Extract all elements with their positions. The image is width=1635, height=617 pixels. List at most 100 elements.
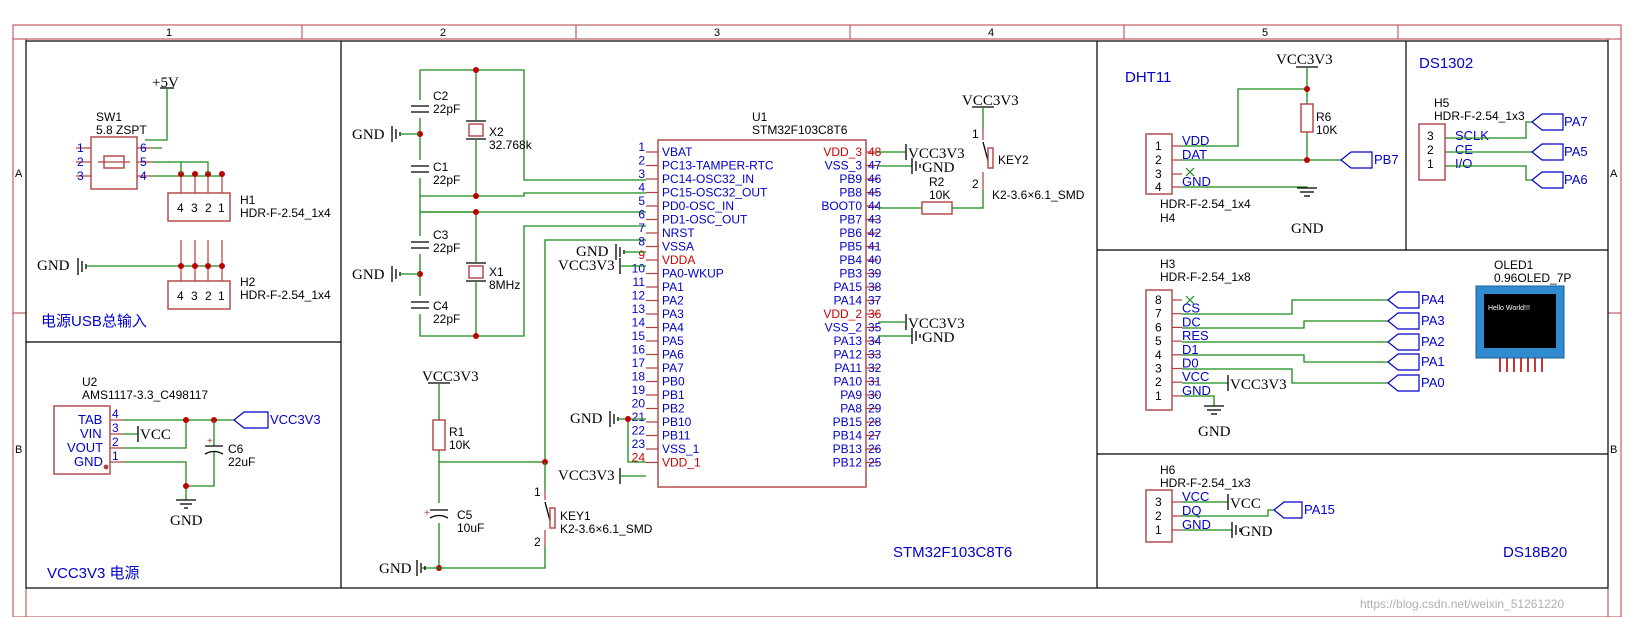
sw1-pin: 6 — [140, 141, 147, 155]
u2-pin-name: TAB — [78, 412, 102, 427]
u1-pin-name: PB4 — [839, 253, 862, 267]
u1-pin-name: PB1 — [662, 388, 685, 402]
u1-pin-name: VSS_1 — [662, 442, 700, 456]
vcc3v3-label: VCC3V3 — [1276, 52, 1333, 68]
port-label: PA2 — [1421, 334, 1445, 349]
h4-pin-num: 1 — [1155, 139, 1162, 153]
u1-pin-number: 8 — [638, 235, 645, 249]
h4-ref: H4 — [1160, 211, 1176, 225]
u1-pin-number: 12 — [632, 289, 646, 303]
col-label: 3 — [714, 27, 720, 39]
u1-pin-name: PB15 — [833, 415, 863, 429]
h5-ref: H5 — [1434, 96, 1450, 110]
u1-pin-name: PA14 — [834, 294, 863, 308]
u1-pin-name: PA5 — [662, 334, 684, 348]
ds18b20-block: H6 HDR-F-2.54_1x3 3 2 1 VCC DQ GND VCC G… — [1145, 463, 1335, 543]
h2-pin: 3 — [191, 289, 198, 303]
oled1-ref: OLED1 — [1494, 258, 1534, 272]
h1-pin: 2 — [205, 201, 212, 215]
h6-pin-num: 3 — [1155, 495, 1162, 509]
section-title-usb-power: 电源USB总输入 — [41, 313, 147, 330]
col-label: 1 — [166, 27, 172, 39]
h3-pin-num: 3 — [1155, 362, 1162, 376]
h3-value: HDR-F-2.54_1x8 — [1160, 270, 1251, 284]
section-title-mcu: STM32F103C8T6 — [893, 544, 1012, 561]
col-label: 5 — [1262, 27, 1268, 39]
port-pa6: PA6 — [1564, 172, 1588, 187]
sw1-pin: 2 — [77, 155, 84, 169]
u1-pin-number: 21 — [632, 410, 646, 424]
u1-pin-name: VSSA — [662, 240, 694, 254]
section-title-ds1302: DS1302 — [1419, 55, 1473, 72]
vcc3v3-label: VCC3V3 — [1230, 377, 1287, 393]
sw1-pin: 3 — [77, 169, 84, 183]
u1-pin-number: 41 — [868, 240, 882, 254]
r2-ref: R2 — [929, 175, 945, 189]
u2-pin-num: 4 — [112, 407, 119, 421]
r1-body — [432, 419, 446, 451]
u1-pin-number: 9 — [638, 248, 645, 262]
u1-pin-number: 13 — [632, 302, 646, 316]
u1-pin-number: 17 — [632, 356, 646, 370]
u1-pin-number: 14 — [632, 316, 646, 330]
gnd-label: GND — [352, 127, 385, 143]
gnd-label: GND — [352, 267, 385, 283]
h2-value: HDR-F-2.54_1x4 — [240, 288, 331, 302]
schematic-canvas: 1 2 3 4 5 A B A B 电源USB总输入 VCC3V3 电源 STM… — [12, 24, 1622, 617]
x1-ref: X1 — [489, 265, 504, 279]
sw1-pin: 5 — [140, 155, 147, 169]
u1-pin-name: BOOT0 — [821, 199, 862, 213]
u1-pin-name: PB8 — [839, 186, 862, 200]
h5-pin-name: SCLK — [1455, 128, 1489, 143]
u2-pin-name: VIN — [80, 426, 102, 441]
h5-pin-num: 3 — [1427, 129, 1434, 143]
u1-pin-name: PA12 — [834, 348, 863, 362]
c1-ref: C1 — [433, 160, 449, 174]
sw1-pin: 1 — [77, 141, 84, 155]
c5-value: 10uF — [457, 521, 484, 535]
row-label: A — [15, 168, 23, 180]
usb-power-block: +5V SW1 5.8 ZSPT 1 2 3 6 5 4 4 3 2 1 H1 … — [37, 75, 331, 310]
u1-pin-name: VBAT — [662, 145, 693, 159]
u1-pin-number: 28 — [868, 415, 882, 429]
port-pb7: PB7 — [1374, 152, 1399, 167]
c3-value: 22pF — [433, 241, 460, 255]
gnd-label: GND — [1291, 221, 1324, 237]
key2-pin: 1 — [972, 127, 979, 141]
vcc-power-block: U2 AMS1117-3.3_C498117 TAB VIN VOUT GND … — [53, 375, 321, 529]
u1-pin-number: 38 — [868, 280, 882, 294]
port-shape — [1387, 312, 1420, 330]
port-shape — [1387, 333, 1420, 351]
u1-pin-number: 20 — [632, 397, 646, 411]
svg-text:+: + — [207, 436, 213, 447]
gnd-label: GND — [1198, 424, 1231, 440]
h2-ref: H2 — [240, 275, 256, 289]
port-pa15: PA15 — [1304, 502, 1335, 517]
key2-value: K2-3.6×6.1_SMD — [992, 188, 1085, 202]
u1-pin-name: PD0-OSC_IN — [662, 199, 734, 213]
schematic-page: 1 2 3 4 5 A B A B 电源USB总输入 VCC3V3 电源 STM… — [0, 0, 1635, 617]
u1-pin-name: PB14 — [833, 429, 863, 443]
h5-value: HDR-F-2.54_1x3 — [1434, 109, 1525, 123]
row-label: B — [1610, 444, 1617, 456]
u1-pin-name: PB3 — [839, 267, 862, 281]
c6-value: 22uF — [228, 455, 255, 469]
u1-pin-number: 39 — [868, 267, 882, 281]
u1-pin-number: 31 — [868, 375, 882, 389]
c6-ref: C6 — [228, 442, 244, 456]
r2-value: 10K — [929, 188, 950, 202]
port-label: PA3 — [1421, 313, 1445, 328]
c4-ref: C4 — [433, 299, 449, 313]
u1-pin-name: PA2 — [662, 294, 684, 308]
sw1-ref: SW1 — [96, 110, 122, 124]
u1-pin-name: PA1 — [662, 280, 684, 294]
u1-pin-number: 7 — [638, 221, 645, 235]
c2-ref: C2 — [433, 89, 449, 103]
section-title-dht11: DHT11 — [1125, 69, 1171, 86]
h6-value: HDR-F-2.54_1x3 — [1160, 476, 1251, 490]
h6-pin-num: 1 — [1155, 523, 1162, 537]
c4-value: 22pF — [433, 312, 460, 326]
r6-body — [1300, 103, 1314, 133]
port-label: PA4 — [1421, 292, 1445, 307]
h2-pin: 1 — [218, 289, 225, 303]
